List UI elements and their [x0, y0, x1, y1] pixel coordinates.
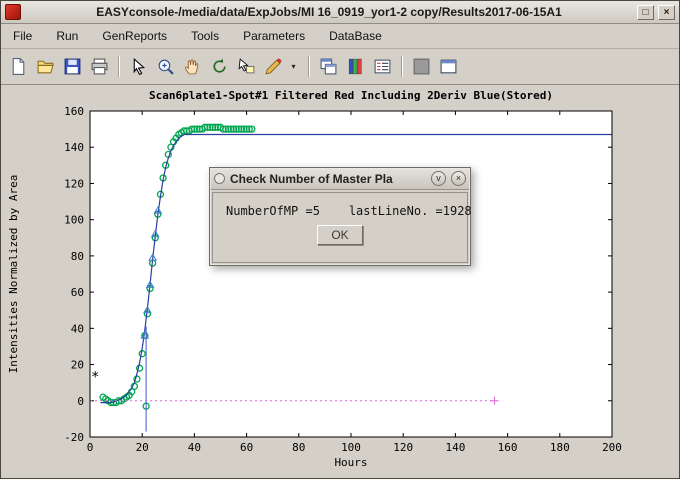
dialog-ok-button[interactable]: OK: [317, 225, 363, 245]
zoom-in-icon[interactable]: [153, 54, 178, 79]
y-tick-label: 100: [64, 214, 84, 227]
maximize-button[interactable]: □: [637, 5, 654, 20]
close-button[interactable]: ×: [658, 5, 675, 20]
brush-icon[interactable]: [261, 54, 286, 79]
svg-text:*: *: [91, 370, 99, 386]
rotate-icon[interactable]: [207, 54, 232, 79]
figure-canvas[interactable]: 020406080100120140160180200-200204060801…: [1, 85, 679, 478]
dialog-titlebar[interactable]: Check Number of Master Pla v ×: [210, 168, 470, 190]
x-tick-label: 120: [393, 441, 413, 454]
y-tick-label: 120: [64, 177, 84, 190]
new-icon[interactable]: [6, 54, 31, 79]
copy-figure-icon[interactable]: [316, 54, 341, 79]
toolbar-separator: [401, 56, 403, 77]
swatch-icon[interactable]: [409, 54, 434, 79]
menu-file[interactable]: File: [11, 27, 34, 45]
chart-title: Scan6plate1-Spot#1 Filtered Red Includin…: [149, 89, 553, 102]
data-cursor-icon[interactable]: [234, 54, 259, 79]
y-tick-label: 80: [71, 250, 84, 263]
dialog-message: NumberOfMP =5 lastLineNo. =1928: [213, 193, 467, 218]
window-title: EASYconsole-/media/data/ExpJobs/MI 16_09…: [25, 5, 633, 19]
open-icon[interactable]: [33, 54, 58, 79]
y-axis-label: Intensities Normalized by Area: [7, 175, 20, 374]
window-layout-icon[interactable]: [436, 54, 461, 79]
app-window: EASYconsole-/media/data/ExpJobs/MI 16_09…: [0, 0, 680, 479]
y-tick-label: -20: [64, 431, 84, 444]
save-icon[interactable]: [60, 54, 85, 79]
toolbar: ▾: [1, 49, 679, 85]
toolbar-separator: [308, 56, 310, 77]
y-tick-label: 20: [71, 359, 84, 372]
dialog-close-button[interactable]: ×: [451, 171, 466, 186]
y-tick-label: 140: [64, 141, 84, 154]
x-tick-label: 140: [445, 441, 465, 454]
colorbar-icon[interactable]: [343, 54, 368, 79]
x-tick-label: 40: [188, 441, 201, 454]
series-outlier-star: *: [91, 370, 99, 386]
dialog-check-number: Check Number of Master Pla v × NumberOfM…: [209, 167, 471, 266]
y-tick-label: 40: [71, 322, 84, 335]
brush-dropdown-icon[interactable]: ▾: [288, 54, 302, 79]
menubar: File Run GenReports Tools Parameters Dat…: [1, 24, 679, 49]
x-tick-label: 0: [87, 441, 94, 454]
x-tick-label: 20: [136, 441, 149, 454]
x-tick-label: 200: [602, 441, 622, 454]
y-tick-label: 60: [71, 286, 84, 299]
dialog-icon: [214, 173, 225, 184]
y-tick-label: 0: [77, 395, 84, 408]
figure-area: 020406080100120140160180200-200204060801…: [1, 85, 679, 478]
toolbar-separator: [118, 56, 120, 77]
window-titlebar[interactable]: EASYconsole-/media/data/ExpJobs/MI 16_09…: [1, 1, 679, 24]
cursor-icon[interactable]: [126, 54, 151, 79]
menu-parameters[interactable]: Parameters: [241, 27, 307, 45]
x-tick-label: 180: [550, 441, 570, 454]
x-axis-label: Hours: [334, 456, 367, 469]
legend-icon[interactable]: [370, 54, 395, 79]
y-tick-label: 160: [64, 105, 84, 118]
x-tick-label: 100: [341, 441, 361, 454]
pan-icon[interactable]: [180, 54, 205, 79]
menu-database[interactable]: DataBase: [327, 27, 384, 45]
dialog-body: NumberOfMP =5 lastLineNo. =1928 OK: [212, 192, 468, 263]
app-icon[interactable]: [5, 4, 21, 20]
dialog-collapse-button[interactable]: v: [431, 171, 446, 186]
menu-run[interactable]: Run: [54, 27, 80, 45]
print-icon[interactable]: [87, 54, 112, 79]
x-tick-label: 80: [292, 441, 305, 454]
dialog-title: Check Number of Master Pla: [230, 172, 426, 186]
x-tick-label: 160: [498, 441, 518, 454]
menu-genreports[interactable]: GenReports: [100, 27, 169, 45]
menu-tools[interactable]: Tools: [189, 27, 221, 45]
x-tick-label: 60: [240, 441, 253, 454]
